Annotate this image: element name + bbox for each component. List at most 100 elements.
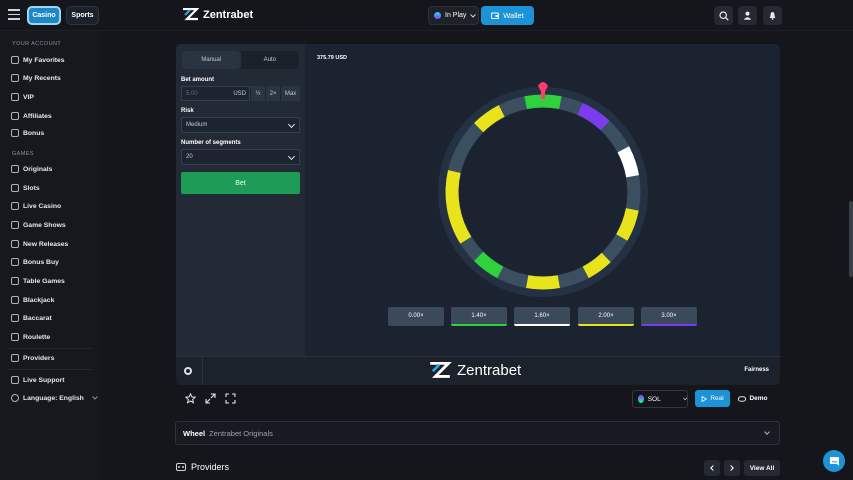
- multiplier-3: 2.00×: [578, 307, 634, 326]
- sidebar-item-affiliates[interactable]: Affiliates: [11, 112, 52, 120]
- sidebar-item-blackjack[interactable]: Blackjack: [11, 296, 54, 304]
- game-container: Manual Auto Bet amount 5.00 USD ½ 2× Max…: [176, 44, 780, 385]
- user-icon: [743, 11, 752, 20]
- sidebar-item-slots[interactable]: Slots: [11, 184, 40, 192]
- play-icon: [701, 395, 708, 402]
- wallet-icon: [491, 12, 500, 19]
- mic-icon: [11, 221, 19, 229]
- fairness-link[interactable]: Fairness: [744, 367, 769, 373]
- dice-icon: [11, 165, 19, 173]
- sidebar-item-label: My Recents: [23, 74, 61, 82]
- game-subtitle: Zentrabet Originals: [209, 428, 273, 438]
- sidebar-item-bonus-buy[interactable]: Bonus Buy: [11, 258, 59, 266]
- baccarat-icon: [11, 314, 19, 322]
- currency-label: SOL: [647, 395, 661, 403]
- sidebar-item-recents[interactable]: My Recents: [11, 74, 61, 82]
- providers-prev-button[interactable]: [704, 460, 720, 476]
- sidebar-item-originals[interactable]: Originals: [11, 165, 52, 173]
- providers-icon: [176, 463, 186, 471]
- in-play-dropdown[interactable]: In Play: [428, 6, 479, 25]
- chevron-down-icon: [764, 429, 770, 435]
- page-scrollbar[interactable]: [849, 31, 853, 480]
- segments-label: Number of segments: [181, 140, 241, 146]
- half-bet-button[interactable]: ½: [250, 86, 265, 101]
- in-play-icon: [434, 12, 441, 19]
- users-icon: [11, 112, 19, 120]
- view-all-button[interactable]: View All: [744, 460, 780, 476]
- search-button[interactable]: [714, 6, 733, 25]
- bet-amount-input[interactable]: 5.00 USD: [181, 86, 250, 101]
- brand-logo[interactable]: Zentrabet: [182, 8, 253, 21]
- casino-tab[interactable]: Casino: [27, 6, 61, 25]
- sidebar-item-favorites[interactable]: My Favorites: [11, 56, 65, 64]
- max-bet-button[interactable]: Max: [280, 86, 300, 101]
- segments-value: 20: [186, 154, 193, 160]
- sports-tab[interactable]: Sports: [66, 6, 99, 25]
- sidebar-item-vip[interactable]: VIP: [11, 93, 34, 101]
- table-icon: [11, 277, 19, 285]
- notifications-button[interactable]: [763, 6, 782, 25]
- tab-auto[interactable]: Auto: [241, 51, 300, 69]
- settings-icon[interactable]: [184, 367, 192, 375]
- chevron-down-icon: [91, 396, 98, 400]
- sidebar-item-roulette[interactable]: Roulette: [11, 333, 50, 341]
- currency-selector[interactable]: SOL: [632, 390, 688, 408]
- providers-icon: [11, 354, 19, 362]
- bet-amount-field: 5.00 USD ½ 2× Max: [181, 86, 300, 101]
- gift-icon: [11, 129, 19, 137]
- double-bet-button[interactable]: 2×: [265, 86, 280, 101]
- sidebar-item-label: Providers: [23, 354, 55, 362]
- section-your-account: YOUR ACCOUNT: [12, 41, 62, 47]
- footer-brand-logo: Zentrabet: [428, 362, 521, 379]
- sidebar-item-game-shows[interactable]: Game Shows: [11, 221, 66, 229]
- providers-next-button[interactable]: [724, 460, 740, 476]
- risk-label: Risk: [181, 108, 194, 114]
- wallet-label: Wallet: [503, 11, 524, 20]
- new-icon: [11, 240, 19, 248]
- sidebar-item-label: Live Support: [23, 376, 65, 384]
- section-games: GAMES: [12, 151, 34, 157]
- multiplier-0: 0.00×: [388, 307, 444, 326]
- sidebar-item-label: Slots: [23, 184, 40, 192]
- game-info-bar[interactable]: Wheel Zentrabet Originals: [175, 421, 780, 445]
- menu-icon[interactable]: [8, 9, 20, 21]
- chevron-down-icon: [287, 152, 296, 161]
- expand-icon[interactable]: [205, 393, 216, 404]
- fullscreen-icon[interactable]: [225, 393, 236, 404]
- support-icon: [11, 376, 19, 384]
- crown-icon: [11, 93, 19, 101]
- profile-button[interactable]: [738, 6, 757, 25]
- game-footer: Zentrabet Fairness: [176, 356, 780, 385]
- sidebar-item-label: Bonus: [23, 129, 45, 137]
- sidebar-item-table-games[interactable]: Table Games: [11, 277, 65, 285]
- sidebar-item-baccarat[interactable]: Baccarat: [11, 314, 52, 322]
- sidebar-item-new-releases[interactable]: New Releases: [11, 240, 68, 248]
- wheel-segment: [526, 275, 560, 290]
- coin-icon: [11, 258, 19, 266]
- sidebar-item-bonus[interactable]: Bonus: [11, 129, 44, 137]
- demo-mode-button[interactable]: Demo: [735, 390, 771, 407]
- sidebar-item-live-casino[interactable]: Live Casino: [11, 202, 61, 210]
- globe-icon: [11, 394, 19, 402]
- language-selector[interactable]: Language: English: [11, 394, 98, 402]
- bet-button[interactable]: Bet: [181, 172, 300, 194]
- star-icon[interactable]: [185, 393, 196, 404]
- tab-manual[interactable]: Manual: [182, 51, 241, 69]
- zentrabet-logo-icon: [183, 8, 199, 21]
- real-label: Real: [710, 395, 724, 402]
- risk-select[interactable]: Medium: [181, 117, 300, 133]
- live-icon: [11, 202, 19, 210]
- real-mode-button[interactable]: Real: [695, 390, 730, 407]
- language-label: Language: English: [23, 394, 84, 402]
- multiplier-1: 1.40×: [451, 307, 507, 326]
- scrollbar-thumb[interactable]: [849, 201, 853, 277]
- sidebar-item-label: VIP: [23, 93, 34, 101]
- segments-select[interactable]: 20: [181, 149, 300, 165]
- chat-button[interactable]: [823, 450, 845, 472]
- wallet-button[interactable]: Wallet: [481, 6, 534, 25]
- sidebar-item-live-support[interactable]: Live Support: [11, 376, 65, 384]
- cards-icon: [11, 296, 19, 304]
- sidebar-item-providers[interactable]: Providers: [11, 354, 54, 362]
- wheel: [438, 82, 648, 297]
- chevron-right-icon: [728, 465, 734, 471]
